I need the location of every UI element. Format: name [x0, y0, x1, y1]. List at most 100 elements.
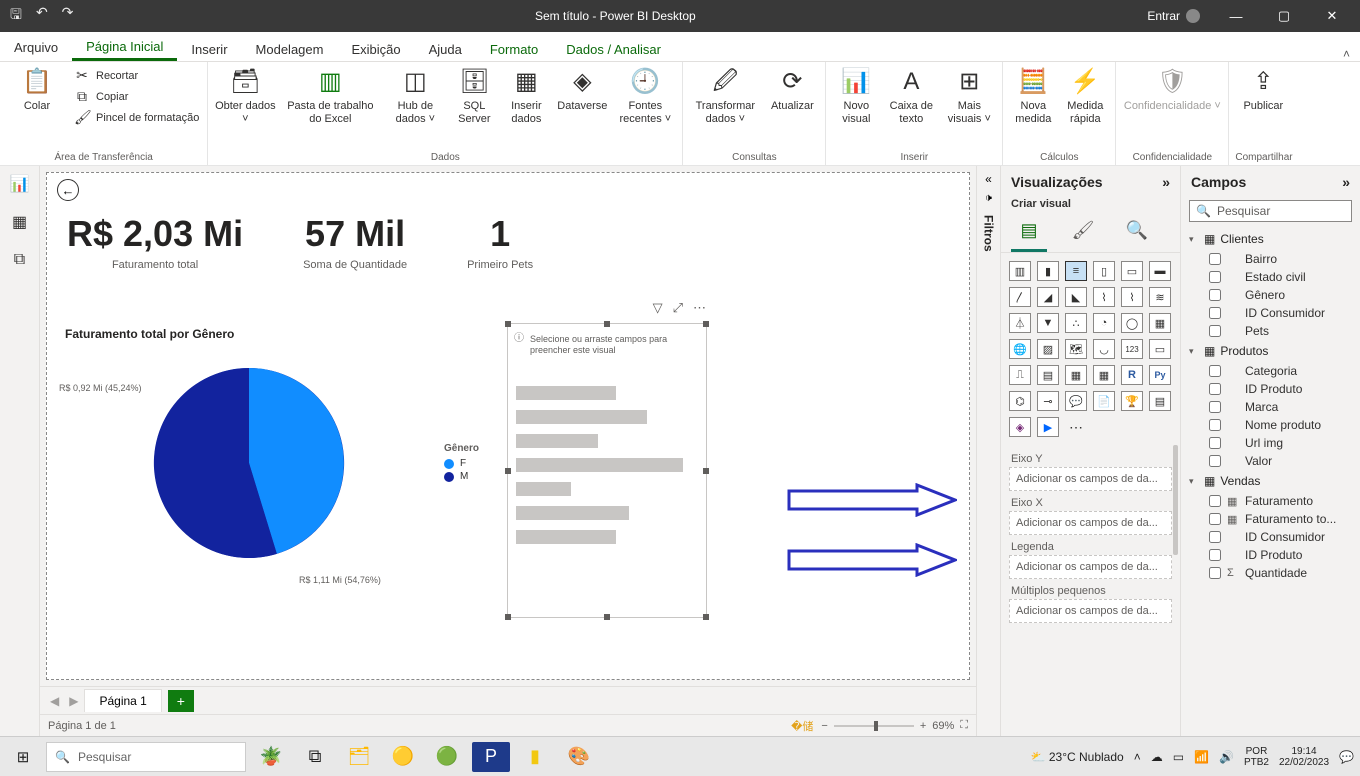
well-multiplos[interactable]: Adicionar os campos de da...	[1009, 599, 1172, 623]
language-indicator[interactable]: POR PTB2	[1244, 746, 1269, 768]
tab-insert[interactable]: Inserir	[177, 36, 241, 61]
redo-icon[interactable]: ↷	[62, 4, 74, 28]
viz-line[interactable]: 〳	[1009, 287, 1031, 307]
data-hub-button[interactable]: ◫Hub de dados ˅	[384, 66, 446, 125]
collapse-fields-icon[interactable]: »	[1342, 174, 1350, 190]
viz-gauge[interactable]: ◡	[1093, 339, 1115, 359]
tab-format[interactable]: Formato	[476, 36, 552, 61]
field-id-consumidor[interactable]: ID Consumidor	[1187, 304, 1354, 322]
field-bairro[interactable]: Bairro	[1187, 250, 1354, 268]
tray-chevron-icon[interactable]: ˄	[1134, 750, 1141, 764]
well-eixo-y[interactable]: Adicionar os campos de da...	[1009, 467, 1172, 491]
field-checkbox[interactable]	[1209, 325, 1221, 337]
viz-stacked-bar[interactable]: ▥	[1009, 261, 1031, 281]
more-visuals-button[interactable]: ⊞Mais visuais ˅	[942, 66, 996, 125]
excel-workbook-button[interactable]: ▥Pasta de trabalho do Excel	[280, 66, 380, 125]
field-checkbox[interactable]	[1209, 455, 1221, 467]
viz-clustered-bar[interactable]: ≡	[1065, 261, 1087, 281]
fields-search[interactable]: 🔍 Pesquisar	[1189, 200, 1352, 222]
analytics-tab[interactable]: 🔍	[1119, 216, 1155, 244]
field-id-consumidor[interactable]: ID Consumidor	[1187, 528, 1354, 546]
weather-widget[interactable]: ⛅ 23°C Nublado	[1031, 750, 1124, 764]
taskbar-app-1[interactable]: 🪴	[252, 742, 290, 772]
viz-powerapps[interactable]: ◈	[1009, 417, 1031, 437]
viz-kpi[interactable]: ⎍	[1009, 365, 1031, 385]
fit-page-icon[interactable]: ⛶	[960, 719, 968, 732]
viz-stacked-column[interactable]: ▮	[1037, 261, 1059, 281]
table-produtos[interactable]: ▾▦Produtos	[1187, 340, 1354, 362]
paste-button[interactable]: 📋Colar	[6, 66, 68, 113]
report-view-icon[interactable]: 📊	[6, 172, 34, 196]
data-view-icon[interactable]: ▦	[6, 210, 34, 234]
viz-line-column2[interactable]: ⌇	[1121, 287, 1143, 307]
menu-file[interactable]: Arquivo	[0, 34, 72, 61]
recent-sources-button[interactable]: 🕘Fontes recentes ˅	[614, 66, 676, 125]
viz-matrix[interactable]: ▦	[1093, 365, 1115, 385]
viz-donut[interactable]: ◯	[1121, 313, 1143, 333]
well-legenda[interactable]: Adicionar os campos de da...	[1009, 555, 1172, 579]
viz-treemap[interactable]: ▦	[1149, 313, 1171, 333]
report-canvas[interactable]: ← R$ 2,03 Mi Faturamento total 57 Mil So…	[46, 172, 970, 680]
viz-automate[interactable]: ▶	[1037, 417, 1059, 437]
focus-icon[interactable]: ⤢	[673, 300, 683, 316]
field-checkbox[interactable]	[1209, 567, 1221, 579]
update-available-icon[interactable]: �储	[791, 718, 813, 734]
filters-pane-collapsed[interactable]: « 🕩 Filtros	[976, 166, 1000, 736]
page-tab-1[interactable]: Página 1	[84, 689, 161, 712]
add-page-button[interactable]: +	[168, 690, 194, 712]
tab-view[interactable]: Exibição	[337, 36, 414, 61]
expand-filters-icon[interactable]: «	[985, 172, 992, 186]
undo-icon[interactable]: ↶	[36, 4, 48, 28]
clock[interactable]: 19:14 22/02/2023	[1279, 746, 1329, 768]
viz-narrative[interactable]: 📄	[1093, 391, 1115, 411]
collapse-viz-icon[interactable]: »	[1162, 174, 1170, 190]
field-checkbox[interactable]	[1209, 307, 1221, 319]
field-estado-civil[interactable]: Estado civil	[1187, 268, 1354, 286]
field-marca[interactable]: Marca	[1187, 398, 1354, 416]
viz-line-column[interactable]: ⌇	[1093, 287, 1115, 307]
field-checkbox[interactable]	[1209, 253, 1221, 265]
format-visual-tab[interactable]: 🖌	[1065, 216, 1101, 244]
field-checkbox[interactable]	[1209, 289, 1221, 301]
field-id-produto[interactable]: ID Produto	[1187, 546, 1354, 564]
battery-icon[interactable]: ▭	[1173, 750, 1184, 764]
quick-measure-button[interactable]: ⚡Medida rápida	[1061, 66, 1109, 125]
zoom-control[interactable]: − + 69% ⛶	[821, 719, 968, 732]
viz-pie[interactable]: ◔	[1093, 313, 1115, 333]
viz-map[interactable]: 🌐	[1009, 339, 1031, 359]
powerbi-icon[interactable]: ▮	[516, 742, 554, 772]
viz-ribbon[interactable]: ≋	[1149, 287, 1171, 307]
field-faturamento-to...[interactable]: ▦Faturamento to...	[1187, 510, 1354, 528]
cut-button[interactable]: ✂Recortar	[72, 66, 201, 85]
tab-help[interactable]: Ajuda	[415, 36, 476, 61]
publish-button[interactable]: ⇪Publicar	[1235, 66, 1291, 113]
task-view-icon[interactable]: ⧉	[296, 742, 334, 772]
filter-icon[interactable]: ▽	[653, 300, 663, 316]
card-quantidade[interactable]: 57 Mil Soma de Quantidade	[303, 213, 407, 271]
table-vendas[interactable]: ▾▦Vendas	[1187, 470, 1354, 492]
viz-multi-card[interactable]: ▭	[1149, 339, 1171, 359]
volume-icon[interactable]: 🔊	[1219, 750, 1234, 764]
tab-modeling[interactable]: Modelagem	[242, 36, 338, 61]
field-url-img[interactable]: Url img	[1187, 434, 1354, 452]
viz-area[interactable]: ◢	[1037, 287, 1059, 307]
field-checkbox[interactable]	[1209, 401, 1221, 413]
card-faturamento[interactable]: R$ 2,03 Mi Faturamento total	[67, 213, 243, 271]
field-gênero[interactable]: Gênero	[1187, 286, 1354, 304]
network-icon[interactable]: 📶	[1194, 750, 1209, 764]
get-data-button[interactable]: 🗃Obter dados ˅	[214, 66, 276, 125]
close-button[interactable]: ✕	[1312, 8, 1352, 24]
field-valor[interactable]: Valor	[1187, 452, 1354, 470]
signin-button[interactable]: Entrar	[1147, 9, 1200, 23]
model-view-icon[interactable]: ⧉	[6, 248, 34, 272]
viz-goals[interactable]: 🏆	[1121, 391, 1143, 411]
file-explorer-icon[interactable]: 🗂	[340, 742, 378, 772]
field-checkbox[interactable]	[1209, 549, 1221, 561]
viz-stacked-area[interactable]: ◣	[1065, 287, 1087, 307]
page-next[interactable]: ▶	[65, 694, 82, 708]
field-checkbox[interactable]	[1209, 531, 1221, 543]
field-checkbox[interactable]	[1209, 271, 1221, 283]
format-painter-button[interactable]: 🖌Pincel de formatação	[72, 108, 201, 127]
paint-icon[interactable]: 🎨	[560, 742, 598, 772]
page-prev[interactable]: ◀	[46, 694, 63, 708]
